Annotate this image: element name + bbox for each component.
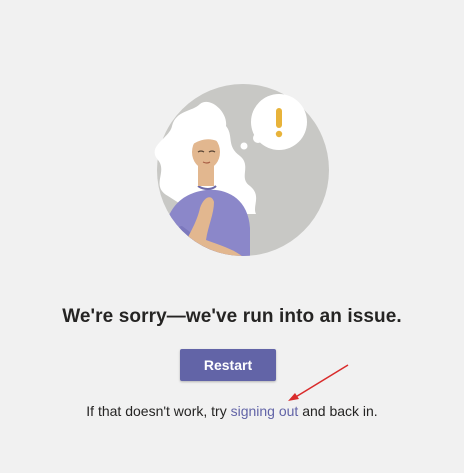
sign-out-link[interactable]: signing out (231, 403, 299, 419)
thought-dot (240, 142, 248, 150)
help-text-prefix: If that doesn't work, try (86, 403, 231, 419)
error-page: We're sorry—we've run into an issue. Res… (0, 0, 464, 473)
error-headline: We're sorry—we've run into an issue. (62, 306, 402, 327)
annotation-arrow-icon (288, 364, 349, 401)
exclamation-icon (275, 108, 283, 138)
restart-button[interactable]: Restart (180, 349, 276, 381)
person-thinking-illustration (154, 84, 329, 256)
help-text-suffix: and back in. (298, 403, 378, 419)
help-text: If that doesn't work, try signing out an… (0, 403, 464, 419)
